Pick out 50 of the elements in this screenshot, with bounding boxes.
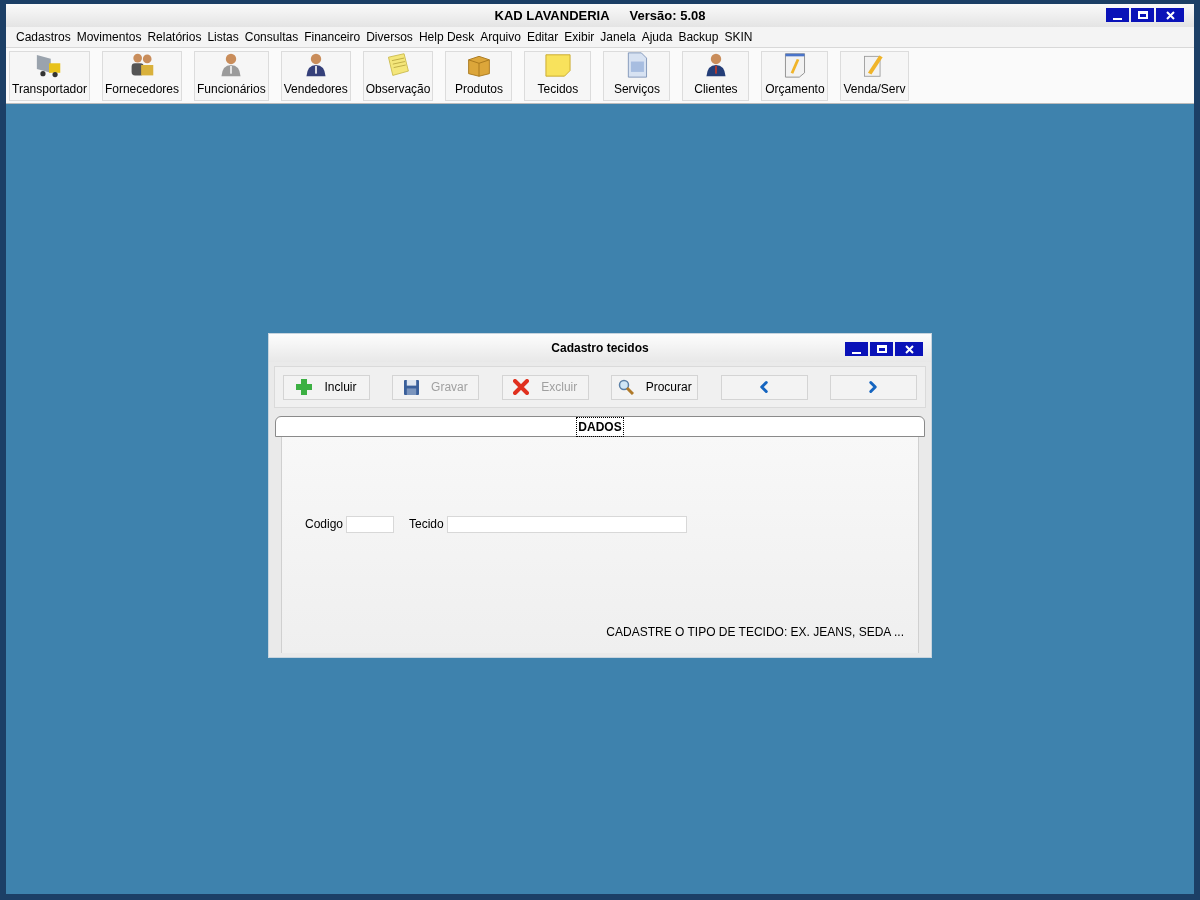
- toolbar-button[interactable]: Tecidos: [524, 50, 592, 101]
- menu-item[interactable]: Diversos: [366, 28, 413, 46]
- close-button[interactable]: [1156, 8, 1184, 22]
- menu-item[interactable]: Janela: [600, 28, 636, 46]
- menu-item[interactable]: Movimentos: [76, 28, 142, 46]
- toolbar-button[interactable]: Produtos: [445, 50, 513, 101]
- search-icon: [617, 379, 634, 395]
- input-field[interactable]: [346, 515, 395, 533]
- toolbar-button[interactable]: Venda/Serv: [840, 50, 909, 101]
- toolbar-button[interactable]: Clientes: [682, 50, 750, 101]
- menu-item[interactable]: Ajuda: [641, 28, 673, 46]
- toolbar-button[interactable]: Fornecedores: [101, 50, 182, 101]
- close-icon: [904, 344, 914, 354]
- toolbar-button[interactable]: Funcionários: [194, 50, 269, 101]
- minimize-button[interactable]: [845, 342, 868, 356]
- input-field[interactable]: [446, 515, 687, 533]
- tab[interactable]: DADOS: [275, 416, 925, 437]
- menu-item[interactable]: Arquivo: [480, 28, 521, 46]
- menu-item[interactable]: SKIN: [724, 28, 753, 46]
- version-label: Versão: 5.08: [629, 6, 706, 25]
- maximize-button[interactable]: [870, 342, 893, 356]
- menu-item[interactable]: Relatórios: [147, 28, 202, 46]
- action-button[interactable]: Procurar: [611, 374, 699, 400]
- toolbar-button[interactable]: Vendedores: [280, 50, 351, 101]
- toolbar-button[interactable]: Observação: [362, 50, 434, 101]
- toolbar-button[interactable]: Serviços: [603, 50, 671, 101]
- delete-x-icon: [513, 379, 530, 395]
- field-label: Codigo: [305, 516, 344, 533]
- menu-item[interactable]: Backup: [678, 28, 719, 46]
- window-title: KAD LAVANDERIA: [494, 6, 610, 25]
- action-button[interactable]: Incluir: [283, 374, 370, 400]
- menu-item[interactable]: Financeiro: [304, 28, 361, 46]
- menu-item[interactable]: Listas: [207, 28, 239, 46]
- menu-item[interactable]: Help Desk: [418, 28, 475, 46]
- menu-item[interactable]: Editar: [526, 28, 559, 46]
- minimize-button[interactable]: [1106, 8, 1129, 22]
- menu-item[interactable]: Consultas: [244, 28, 299, 46]
- dialog-title: Cadastro tecidos: [551, 340, 649, 357]
- close-button[interactable]: [895, 342, 923, 356]
- maximize-button[interactable]: [1131, 8, 1154, 22]
- hint-text: CADASTRE O TIPO DE TECIDO: EX. JEANS, SEDA ...: [606, 624, 904, 641]
- plus-icon: [296, 379, 313, 395]
- save-icon: [404, 379, 420, 395]
- field-label: Tecido: [409, 516, 444, 533]
- toolbar-button[interactable]: Transportador: [9, 50, 90, 101]
- close-icon: [1165, 10, 1175, 20]
- menu-item[interactable]: Exibir: [564, 28, 595, 46]
- toolbar-button[interactable]: Orçamento: [761, 50, 829, 101]
- menu-item[interactable]: Cadastros: [16, 28, 71, 46]
- sticky-note-icon: [542, 51, 573, 78]
